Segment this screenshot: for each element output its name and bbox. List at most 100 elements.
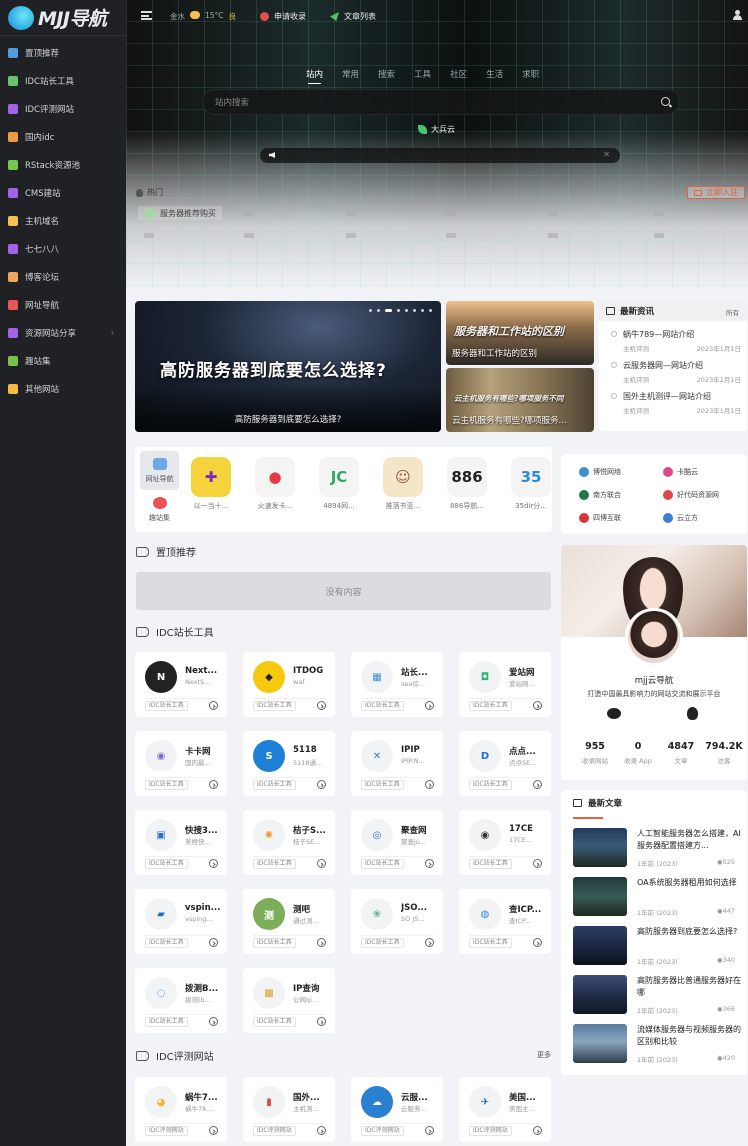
qq-icon[interactable]: [687, 707, 698, 720]
site-category-tag[interactable]: IDC评测网站: [469, 1126, 512, 1136]
site-card[interactable]: ▦ 站长... seo综... IDC站长工具: [351, 652, 443, 717]
sidebar-item[interactable]: 置顶推荐: [0, 39, 126, 67]
slider-dot[interactable]: [429, 309, 432, 312]
partner-link[interactable]: 南方联合: [579, 490, 621, 500]
article-thumbnail[interactable]: [573, 877, 627, 916]
article-title[interactable]: 人工智能服务器怎么搭建，AI服务器配置搭建方...: [637, 828, 743, 851]
wechat-icon[interactable]: [607, 708, 621, 719]
go-arrow-icon[interactable]: [317, 859, 326, 868]
sidebar-item[interactable]: 资源网站分享 ›: [0, 319, 126, 347]
article-thumbnail[interactable]: [573, 975, 627, 1014]
go-arrow-icon[interactable]: [533, 780, 542, 789]
search-engine-option[interactable]: 大兵云: [418, 124, 455, 135]
news-item[interactable]: 国外主机测评—网站介绍 主机评测 2023年1月1日: [611, 391, 741, 415]
site-category-tag[interactable]: IDC站长工具: [253, 1017, 296, 1027]
menu-toggle-icon[interactable]: [141, 11, 152, 20]
search-tab[interactable]: 搜索: [378, 68, 395, 84]
article-thumbnail[interactable]: [573, 828, 627, 867]
news-more-link[interactable]: 所有: [726, 307, 739, 317]
hot-item-placeholder[interactable]: [548, 233, 558, 238]
dock-app[interactable]: 886 886导航...: [442, 457, 492, 511]
go-arrow-icon[interactable]: [209, 859, 218, 868]
search-tab[interactable]: 常用: [342, 68, 359, 84]
site-category-tag[interactable]: IDC站长工具: [469, 938, 512, 948]
sidebar-item[interactable]: IDC评测网站: [0, 95, 126, 123]
go-arrow-icon[interactable]: [533, 938, 542, 947]
site-category-tag[interactable]: IDC评测网站: [361, 1126, 404, 1136]
featured-thumb-2[interactable]: 云主机服务有哪些?哪项服务不同 云主机服务有哪些?哪项服务...: [446, 368, 594, 432]
sidebar-item[interactable]: RStack资源池: [0, 151, 126, 179]
partner-link[interactable]: 云立方: [663, 513, 698, 523]
article-title[interactable]: OA系统服务器租用如何选择: [637, 877, 743, 889]
site-card[interactable]: ▮ 国外... 主机测... IDC评测网站: [243, 1077, 335, 1142]
site-card[interactable]: ▩ IP查询 公网ip... IDC站长工具: [243, 968, 335, 1033]
dock-app[interactable]: ☺ 推落书亚...: [378, 457, 428, 511]
hot-item-placeholder[interactable]: [144, 233, 154, 238]
article-item[interactable]: 高防服务器比普通服务器好在哪 1年前 (2023) 366: [573, 975, 743, 1015]
dock-app[interactable]: ✚ 以一当十...: [186, 457, 236, 511]
site-category-tag[interactable]: IDC站长工具: [361, 701, 404, 711]
site-card[interactable]: ◆ ITDOG waf IDC站长工具: [243, 652, 335, 717]
hot-item-placeholder[interactable]: [654, 211, 664, 216]
slider-dot[interactable]: [405, 309, 408, 312]
search-tab[interactable]: 工具: [414, 68, 431, 84]
go-arrow-icon[interactable]: [533, 1126, 542, 1135]
article-thumbnail[interactable]: [573, 1024, 627, 1063]
hot-item-placeholder[interactable]: [346, 233, 356, 238]
go-arrow-icon[interactable]: [317, 780, 326, 789]
go-arrow-icon[interactable]: [209, 701, 218, 710]
site-card[interactable]: ◘ 爱站网 爱站网... IDC站长工具: [459, 652, 551, 717]
search-icon[interactable]: [661, 97, 670, 106]
hot-item[interactable]: 服务器推荐购买: [138, 206, 222, 220]
site-card[interactable]: ◉ 卡卡网 国内最... IDC站长工具: [135, 731, 227, 796]
article-thumbnail[interactable]: [573, 926, 627, 965]
site-category-tag[interactable]: IDC站长工具: [145, 780, 188, 790]
sidebar-item[interactable]: 趣站集: [0, 347, 126, 375]
article-item[interactable]: 人工智能服务器怎么搭建，AI服务器配置搭建方... 1年前 (2023) 525: [573, 828, 743, 868]
site-card[interactable]: ◎ 聚查网 聚查ju... IDC站长工具: [351, 810, 443, 875]
go-arrow-icon[interactable]: [425, 1126, 434, 1135]
go-arrow-icon[interactable]: [425, 859, 434, 868]
dock-app[interactable]: JC 4894网...: [314, 457, 364, 511]
article-list-link[interactable]: 文章列表: [330, 11, 376, 22]
site-category-tag[interactable]: IDC站长工具: [469, 701, 512, 711]
avatar[interactable]: [625, 608, 683, 666]
site-card[interactable]: ◍ 查ICP... 查ICP... IDC站长工具: [459, 889, 551, 954]
site-category-tag[interactable]: IDC站长工具: [253, 859, 296, 869]
site-category-tag[interactable]: IDC站长工具: [253, 938, 296, 948]
slider-dot[interactable]: [369, 309, 372, 312]
search-tab[interactable]: 站内: [306, 68, 323, 84]
site-category-tag[interactable]: IDC评测网站: [253, 1126, 296, 1136]
site-category-tag[interactable]: IDC站长工具: [469, 780, 512, 790]
site-card[interactable]: ◌ 拨测B... 拨测(b... IDC站长工具: [135, 968, 227, 1033]
sidebar-item[interactable]: 七七八八: [0, 235, 126, 263]
hot-item-placeholder[interactable]: [446, 211, 456, 216]
site-category-tag[interactable]: IDC站长工具: [253, 780, 296, 790]
search-tab[interactable]: 生活: [486, 68, 503, 84]
slider-dot[interactable]: [397, 309, 400, 312]
submit-site-link[interactable]: 申请收录: [260, 11, 306, 22]
go-arrow-icon[interactable]: [425, 938, 434, 947]
site-card[interactable]: ❀ JSO... SO JS... IDC站长工具: [351, 889, 443, 954]
volume-icon[interactable]: [269, 152, 275, 158]
dock-tab-nav[interactable]: 网址导航: [140, 451, 179, 490]
sidebar-item[interactable]: 国内idc: [0, 123, 126, 151]
search-tab[interactable]: 社区: [450, 68, 467, 84]
site-card[interactable]: ☁ 云服... 云服务... IDC评测网站: [351, 1077, 443, 1142]
sidebar-item[interactable]: 博客论坛: [0, 263, 126, 291]
partner-link[interactable]: 卡酷云: [663, 467, 698, 477]
go-arrow-icon[interactable]: [425, 701, 434, 710]
go-arrow-icon[interactable]: [317, 701, 326, 710]
close-icon[interactable]: ✕: [603, 150, 610, 159]
dock-app[interactable]: ● 火速发卡...: [250, 457, 300, 511]
hot-item-placeholder[interactable]: [244, 233, 254, 238]
site-card[interactable]: N Next... NextS... IDC站长工具: [135, 652, 227, 717]
featured-thumb-1[interactable]: 服务器和工作站的区别 服务器和工作站的区别: [446, 301, 594, 365]
news-item[interactable]: 云服务器网—网站介绍 主机评测 2023年1月1日: [611, 360, 741, 384]
slider-dot[interactable]: [413, 309, 416, 312]
site-category-tag[interactable]: IDC站长工具: [145, 938, 188, 948]
go-arrow-icon[interactable]: [533, 859, 542, 868]
weather-widget[interactable]: 金水 15°C 良: [170, 11, 236, 22]
site-card[interactable]: ✕ IPIP IPIP.N... IDC站长工具: [351, 731, 443, 796]
slider-dot[interactable]: [377, 309, 380, 312]
